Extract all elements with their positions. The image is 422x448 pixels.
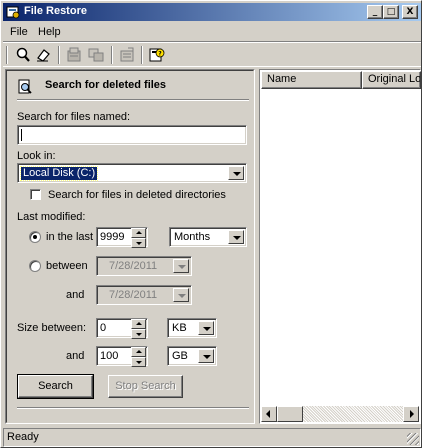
from-date-dropdown-button[interactable] xyxy=(173,259,189,273)
svg-text:?: ? xyxy=(158,51,162,58)
close-button[interactable]: X xyxy=(402,5,418,19)
app-icon xyxy=(6,6,20,19)
between-label: between xyxy=(46,260,88,272)
eraser-icon[interactable] xyxy=(34,46,52,64)
deleted-dirs-checkbox[interactable] xyxy=(30,189,41,200)
size-max-spinner[interactable]: 100 xyxy=(96,346,148,367)
restore-icon[interactable] xyxy=(65,46,83,64)
search-icon[interactable] xyxy=(14,46,32,64)
search-panel: Search for deleted files Search for file… xyxy=(5,69,255,424)
size-between-label: Size between: xyxy=(17,322,87,334)
scroll-thumb[interactable] xyxy=(277,406,303,422)
between-radio[interactable] xyxy=(29,260,41,272)
chevron-down-icon xyxy=(203,355,211,359)
look-in-select[interactable]: Local Disk (C:) xyxy=(17,163,247,183)
scroll-left-icon[interactable] xyxy=(261,406,277,422)
title-bar[interactable]: File Restore _ □ X xyxy=(3,3,421,21)
size-max-unit-value: GB xyxy=(172,350,188,362)
in-the-last-spin-buttons[interactable] xyxy=(131,228,146,248)
menu-bar: File Help xyxy=(3,23,421,41)
minimize-button[interactable]: _ xyxy=(367,5,383,19)
and-label-dates: and xyxy=(66,289,85,301)
look-in-label: Look in: xyxy=(17,150,56,162)
spin-up-icon[interactable] xyxy=(131,228,146,238)
chevron-down-icon xyxy=(203,327,211,331)
divider xyxy=(17,407,249,409)
size-max-value: 100 xyxy=(100,350,119,362)
size-min-unit-value: KB xyxy=(172,322,187,334)
spin-up-icon[interactable] xyxy=(131,319,146,329)
in-the-last-spinner[interactable]: 9999 xyxy=(96,227,148,248)
size-max-unit-dropdown-button[interactable] xyxy=(198,349,214,363)
size-min-spinner[interactable]: 0 xyxy=(96,318,148,339)
look-in-value: Local Disk (C:) xyxy=(19,166,99,181)
size-min-value: 0 xyxy=(100,322,107,334)
between-from-value: 7/28/2011 xyxy=(109,260,158,272)
size-max-unit-select[interactable]: GB xyxy=(167,346,217,366)
files-named-label: Search for files named: xyxy=(17,111,131,123)
file-restore-window: File Restore _ □ X File Help ? Search fo… xyxy=(0,0,422,448)
status-text: Ready xyxy=(7,431,39,443)
spin-up-icon[interactable] xyxy=(131,347,146,357)
in-the-last-unit-select[interactable]: Months xyxy=(169,227,247,247)
last-modified-label: Last modified: xyxy=(17,211,86,223)
look-in-dropdown-button[interactable] xyxy=(228,166,244,180)
deleted-dirs-label: Search for files in deleted directories xyxy=(48,189,226,201)
horizontal-scrollbar[interactable] xyxy=(261,406,419,422)
text-cursor xyxy=(21,129,22,141)
in-the-last-value: 9999 xyxy=(100,231,125,243)
list-header: Name Original Loc xyxy=(261,71,421,89)
in-the-last-label: in the last xyxy=(46,231,94,243)
search-button[interactable]: Search xyxy=(17,374,94,399)
spin-down-icon[interactable] xyxy=(131,238,146,248)
to-date-dropdown-button[interactable] xyxy=(173,288,189,302)
size-min-unit-dropdown-button[interactable] xyxy=(198,321,214,335)
and-label-size: and xyxy=(66,350,85,362)
size-min-spin-buttons[interactable] xyxy=(131,319,146,339)
spin-down-icon[interactable] xyxy=(131,329,146,339)
spin-down-icon[interactable] xyxy=(131,357,146,367)
chevron-down-icon xyxy=(178,265,186,269)
size-min-unit-select[interactable]: KB xyxy=(167,318,217,338)
toolbar: ? xyxy=(3,41,421,67)
column-header-name[interactable]: Name xyxy=(261,71,362,89)
scroll-right-icon[interactable] xyxy=(403,406,419,422)
between-to-date[interactable]: 7/28/2011 xyxy=(96,285,192,305)
menu-help[interactable]: Help xyxy=(38,26,61,38)
in-the-last-unit-value: Months xyxy=(174,231,211,243)
window-title: File Restore xyxy=(24,5,87,17)
maximize-button[interactable]: □ xyxy=(383,5,399,19)
toolbar-separator xyxy=(141,46,143,64)
stop-search-button[interactable]: Stop Search xyxy=(108,375,183,398)
panel-heading: Search for deleted files xyxy=(45,79,167,91)
column-header-original-location[interactable]: Original Loc xyxy=(362,71,421,89)
resize-grip-icon[interactable] xyxy=(407,433,419,445)
properties-icon[interactable] xyxy=(118,46,136,64)
between-to-value: 7/28/2011 xyxy=(109,289,158,301)
toolbar-separator xyxy=(111,46,113,64)
in-the-last-radio[interactable] xyxy=(29,231,41,243)
unit-dropdown-button[interactable] xyxy=(228,230,244,244)
status-bar: Ready xyxy=(3,428,421,447)
toolbar-grip xyxy=(6,46,8,64)
toolbar-separator xyxy=(58,46,60,64)
size-max-spin-buttons[interactable] xyxy=(131,347,146,367)
search-files-icon xyxy=(18,79,32,94)
between-from-date[interactable]: 7/28/2011 xyxy=(96,256,192,276)
divider xyxy=(17,99,249,101)
help-icon[interactable]: ? xyxy=(148,46,166,64)
chevron-down-icon xyxy=(233,172,241,176)
chevron-down-icon xyxy=(178,294,186,298)
chevron-down-icon xyxy=(233,236,241,240)
menu-file[interactable]: File xyxy=(10,26,28,38)
files-named-input[interactable] xyxy=(17,125,247,145)
results-list[interactable]: Name Original Loc xyxy=(259,69,421,424)
restore-options-icon[interactable] xyxy=(87,46,105,64)
